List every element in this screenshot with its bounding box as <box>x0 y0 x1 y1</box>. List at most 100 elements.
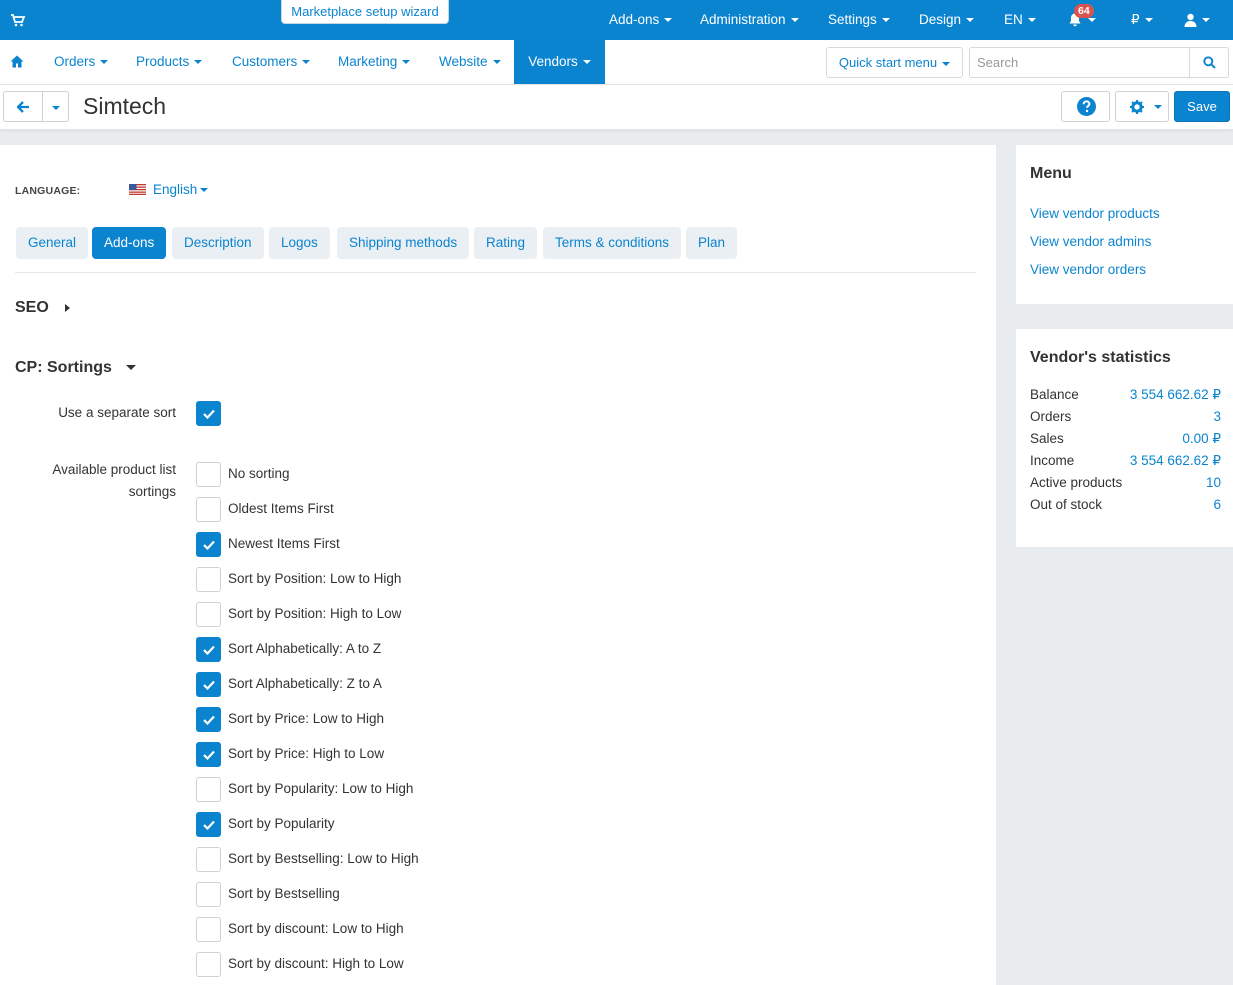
nav-customers[interactable]: Customers <box>232 40 311 84</box>
sorting-checkbox[interactable] <box>196 882 221 907</box>
back-button[interactable] <box>3 91 43 122</box>
us-flag-icon <box>129 184 146 195</box>
gear-icon <box>1130 100 1144 114</box>
search-input[interactable] <box>969 47 1190 78</box>
nav-products[interactable]: Products <box>136 40 203 84</box>
sorting-checkbox[interactable] <box>196 637 221 662</box>
check-icon <box>203 680 215 690</box>
nav-website[interactable]: Website <box>439 40 501 84</box>
stat-label-income: Income <box>1030 453 1075 468</box>
sorting-checkbox[interactable] <box>196 532 221 557</box>
sorting-label: Sort by Bestselling <box>228 886 340 901</box>
arrow-left-icon <box>17 101 29 113</box>
nav-vendors[interactable]: Vendors <box>514 40 605 84</box>
tab-description[interactable]: Description <box>172 227 264 259</box>
stat-label-orders: Orders <box>1030 409 1072 424</box>
topnav-design[interactable]: Design <box>919 0 975 40</box>
sorting-label: Sort by discount: High to Low <box>228 956 404 971</box>
main-nav: Orders Products Customers Marketing Webs… <box>0 40 1233 85</box>
currency-switcher[interactable]: ₽ <box>1131 0 1153 40</box>
quick-start-menu-button[interactable]: Quick start menu <box>826 47 963 78</box>
sorting-label: Sort Alphabetically: A to Z <box>228 641 382 656</box>
save-button[interactable]: Save <box>1174 91 1230 122</box>
check-icon <box>203 645 215 655</box>
sorting-label: Newest Items First <box>228 536 340 551</box>
sorting-checkbox[interactable] <box>196 917 221 942</box>
triangle-down-icon <box>126 365 137 371</box>
sorting-label: Sort by Price: High to Low <box>228 746 385 761</box>
user-menu[interactable] <box>1184 0 1210 40</box>
setup-wizard-button[interactable]: Marketplace setup wizard <box>281 0 449 24</box>
stat-value-orders[interactable]: 3 <box>1213 409 1221 424</box>
nav-orders[interactable]: Orders <box>54 40 109 84</box>
tab-rating[interactable]: Rating <box>474 227 538 259</box>
stat-value-sales[interactable]: 0.00 ₽ <box>1182 431 1221 447</box>
sorting-checkbox[interactable] <box>196 462 221 487</box>
vendor-statistics-card: Vendor's statistics Balance 3 554 662.62… <box>1016 329 1233 547</box>
tab-shipping-methods[interactable]: Shipping methods <box>337 227 470 259</box>
sorting-checkbox[interactable] <box>196 672 221 697</box>
home-icon[interactable] <box>10 55 24 68</box>
sorting-checkbox[interactable] <box>196 742 221 767</box>
search-icon <box>1203 56 1216 69</box>
tab-terms-conditions[interactable]: Terms & conditions <box>543 227 682 259</box>
link-view-vendor-admins[interactable]: View vendor admins <box>1030 234 1151 249</box>
sorting-checkbox[interactable] <box>196 497 221 522</box>
triangle-right-icon <box>65 303 71 312</box>
sorting-checkbox[interactable] <box>196 847 221 872</box>
separate-sort-checkbox[interactable] <box>196 401 221 426</box>
back-dropdown-button[interactable] <box>42 91 69 122</box>
check-icon <box>203 750 215 760</box>
sorting-checkbox[interactable] <box>196 777 221 802</box>
top-bar: Marketplace setup wizard Add-ons Adminis… <box>0 0 1233 40</box>
sorting-checkbox[interactable] <box>196 952 221 977</box>
tab-logos[interactable]: Logos <box>269 227 330 259</box>
tab-general[interactable]: General <box>16 227 89 259</box>
title-bar: Simtech Save <box>0 85 1233 130</box>
notification-count-badge: 64 <box>1074 4 1094 18</box>
tab-addons[interactable]: Add-ons <box>92 227 167 259</box>
stat-label-active-products: Active products <box>1030 475 1123 490</box>
menu-title: Menu <box>1030 165 1072 182</box>
link-view-vendor-orders[interactable]: View vendor orders <box>1030 262 1146 277</box>
user-icon <box>1184 14 1197 28</box>
nav-marketing[interactable]: Marketing <box>338 40 411 84</box>
sorting-label: Sort by discount: Low to High <box>228 921 404 936</box>
topnav-administration[interactable]: Administration <box>700 0 799 40</box>
question-circle-icon <box>1077 97 1096 116</box>
topnav-addons[interactable]: Add-ons <box>609 0 673 40</box>
stat-value-out-of-stock[interactable]: 6 <box>1213 497 1221 512</box>
sorting-label: No sorting <box>228 466 290 481</box>
topnav-settings[interactable]: Settings <box>828 0 890 40</box>
page-title: Simtech <box>83 93 167 119</box>
sorting-label: Sort by Bestselling: Low to High <box>228 851 419 866</box>
stat-label-out-of-stock: Out of stock <box>1030 497 1103 512</box>
main-content: LANGUAGE: English General Add-ons Descri… <box>0 145 996 985</box>
settings-gear-button[interactable] <box>1115 91 1169 122</box>
language-label: LANGUAGE: <box>15 185 81 197</box>
sorting-checkbox[interactable] <box>196 707 221 732</box>
check-icon <box>203 820 215 830</box>
sorting-checkbox[interactable] <box>196 567 221 592</box>
sortings-section-toggle[interactable]: CP: Sortings <box>15 359 137 377</box>
sorting-label: Sort by Popularity <box>228 816 335 831</box>
stat-label-balance: Balance <box>1030 387 1079 402</box>
sorting-checkbox[interactable] <box>196 602 221 627</box>
tab-plan[interactable]: Plan <box>686 227 738 259</box>
seo-section-toggle[interactable]: SEO <box>15 299 71 317</box>
tabs-divider <box>15 272 976 273</box>
separate-sort-label: Use a separate sort <box>58 405 176 420</box>
language-selector[interactable]: English <box>153 182 209 197</box>
search-button[interactable] <box>1189 47 1229 78</box>
sorting-label: Oldest Items First <box>228 501 334 516</box>
link-view-vendor-products[interactable]: View vendor products <box>1030 206 1160 221</box>
help-button[interactable] <box>1061 91 1110 122</box>
stat-value-active-products[interactable]: 10 <box>1206 475 1221 490</box>
sorting-label: Sort by Price: Low to High <box>228 711 385 726</box>
cart-icon[interactable] <box>10 12 26 28</box>
stat-value-balance[interactable]: 3 554 662.62 ₽ <box>1130 387 1221 403</box>
stat-value-income[interactable]: 3 554 662.62 ₽ <box>1130 453 1221 469</box>
sorting-checkbox[interactable] <box>196 812 221 837</box>
check-icon <box>203 715 215 725</box>
language-switcher[interactable]: EN <box>1004 0 1036 40</box>
